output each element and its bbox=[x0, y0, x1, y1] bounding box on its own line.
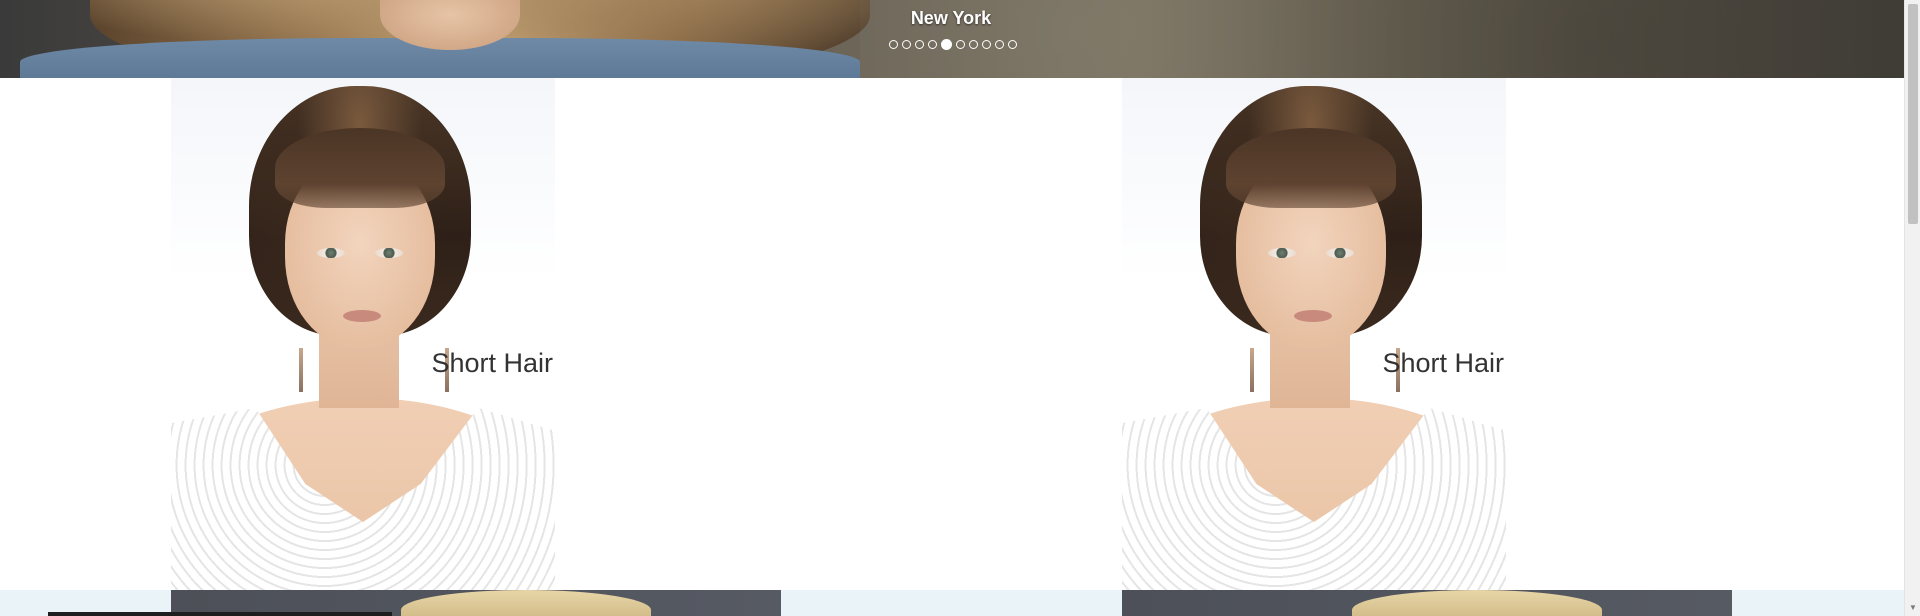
carousel-dot[interactable] bbox=[969, 40, 978, 49]
carousel-dot[interactable] bbox=[982, 40, 991, 49]
carousel-dot[interactable] bbox=[956, 40, 965, 49]
scroll-down-arrow-icon[interactable]: ▼ bbox=[1905, 600, 1920, 616]
blonde-hair-image bbox=[1352, 590, 1602, 616]
hero-caption: New York bbox=[910, 8, 992, 28]
carousel-dot[interactable] bbox=[915, 40, 924, 49]
next-row-card[interactable] bbox=[1122, 590, 1732, 616]
card-label: Short Hair bbox=[431, 348, 553, 378]
blonde-hair-image bbox=[401, 590, 651, 616]
short-hair-portrait-image bbox=[1122, 78, 1506, 590]
carousel-pagination bbox=[889, 39, 1017, 50]
bottom-edge-bar bbox=[48, 612, 392, 616]
carousel-dot[interactable] bbox=[902, 40, 911, 49]
hero-carousel[interactable]: New York bbox=[0, 0, 1904, 78]
carousel-dot-active[interactable] bbox=[941, 39, 952, 50]
vertical-scrollbar[interactable]: ▼ bbox=[1904, 0, 1920, 616]
short-hair-portrait-image bbox=[171, 78, 555, 590]
gallery-card[interactable]: Short Hair bbox=[171, 78, 555, 590]
gallery-card[interactable]: Short Hair bbox=[1122, 78, 1506, 590]
carousel-dot[interactable] bbox=[995, 40, 1004, 49]
card-label: Short Hair bbox=[1382, 348, 1504, 378]
gallery-section: Short Hair Short Hair bbox=[0, 78, 1904, 590]
scrollbar-thumb[interactable] bbox=[1908, 4, 1918, 224]
carousel-dot[interactable] bbox=[1008, 40, 1017, 49]
carousel-dot[interactable] bbox=[928, 40, 937, 49]
carousel-dot[interactable] bbox=[889, 40, 898, 49]
